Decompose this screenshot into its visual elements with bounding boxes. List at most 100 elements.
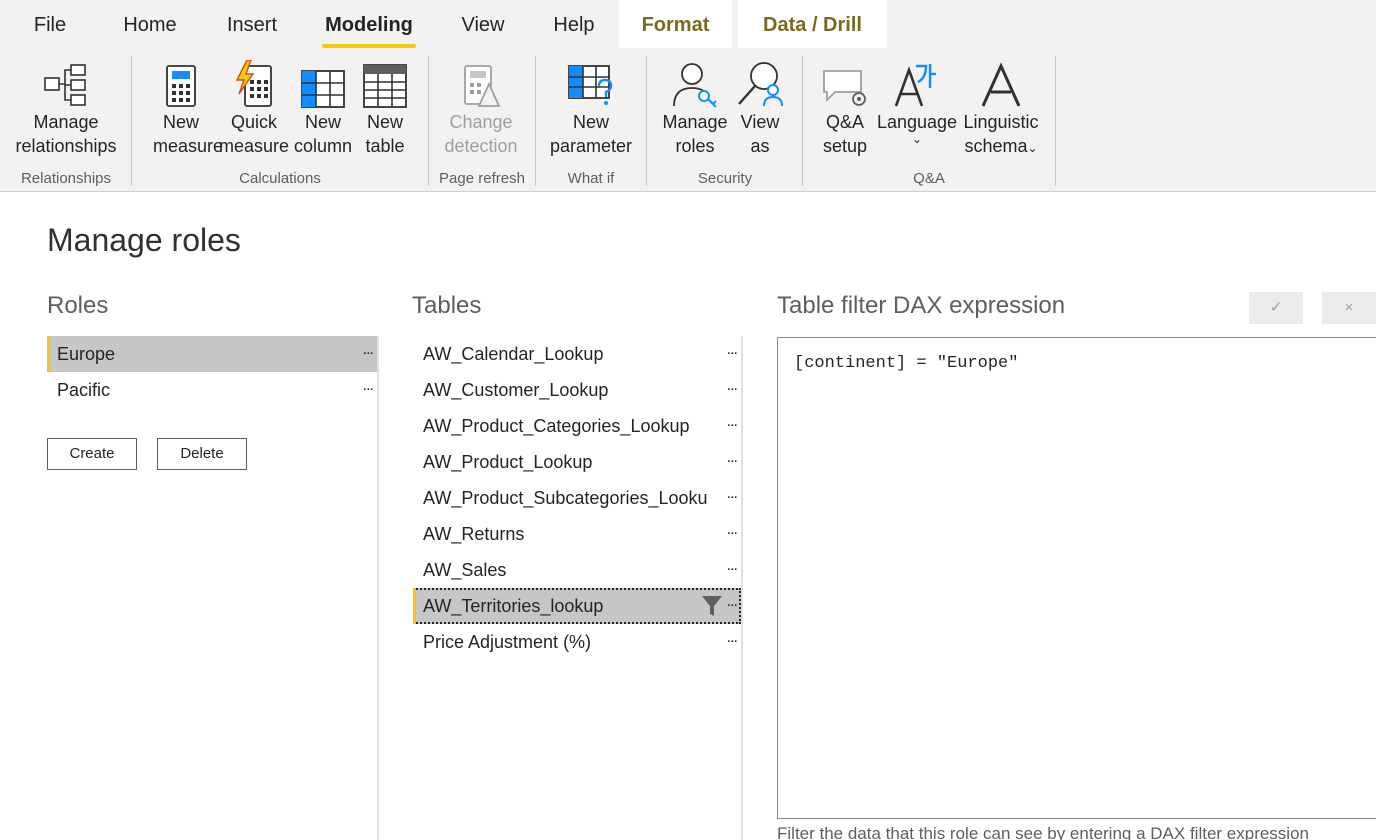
more-options-icon[interactable]: ... [727, 548, 738, 584]
group-separator [1055, 56, 1056, 186]
linguistic-schema-label-2: schema⌄ [962, 134, 1040, 160]
more-options-icon[interactable]: ... [727, 332, 738, 368]
view-as-label-2: as [750, 136, 770, 156]
qa-setup-icon [816, 56, 874, 108]
quick-measure-icon [219, 56, 289, 108]
manage-roles-label-2: roles [675, 136, 715, 156]
qa-setup-label-1: Q&A [825, 112, 864, 132]
roles-heading: Roles [47, 292, 109, 319]
new-parameter-icon [546, 56, 636, 108]
more-options-icon[interactable]: ... [727, 512, 738, 548]
change-detection-icon [438, 56, 524, 108]
table-item[interactable]: AW_Calendar_Lookup ... [413, 336, 741, 372]
table-item[interactable]: AW_Customer_Lookup ... [413, 372, 741, 408]
tab-help[interactable]: Help [542, 0, 606, 48]
group-label-what-if: What if [567, 170, 615, 187]
new-table-label-2: table [365, 136, 405, 156]
qa-setup-label-2: setup [822, 136, 868, 156]
new-column-button[interactable]: New column [292, 56, 354, 158]
table-item[interactable]: AW_Product_Subcategories_Looku ... [413, 480, 741, 516]
language-icon [876, 56, 958, 108]
manage-roles-button[interactable]: Manage roles [660, 56, 730, 158]
group-label-security: Security [697, 170, 753, 187]
change-detection-label-1: Change [449, 112, 513, 132]
table-name: AW_Calendar_Lookup [423, 344, 604, 364]
new-measure-button[interactable]: New measure [153, 56, 224, 158]
tab-format[interactable]: Format [619, 0, 732, 48]
column-divider [741, 336, 743, 840]
confirm-check-icon[interactable]: ✓ [1249, 292, 1303, 324]
linguistic-schema-label-2-text: schema [964, 136, 1028, 156]
more-options-icon[interactable]: ... [363, 368, 374, 404]
create-button[interactable]: Create [47, 438, 137, 470]
quick-measure-label-2: measure [219, 136, 290, 156]
linguistic-schema-icon [962, 56, 1040, 108]
selection-accent [413, 588, 416, 624]
table-name: AW_Returns [423, 524, 525, 544]
manage-relationships-button[interactable]: Manage relationships [10, 56, 122, 158]
change-detection-button[interactable]: Change detection [438, 56, 524, 158]
dax-expression-text: [continent] = "Europe" [794, 354, 1019, 373]
table-name: AW_Territories_lookup [423, 596, 604, 616]
quick-measure-button[interactable]: Quick measure [219, 56, 289, 158]
group-separator [802, 56, 803, 186]
more-options-icon[interactable]: ... [727, 404, 738, 440]
group-separator [428, 56, 429, 186]
group-label-relationships: Relationships [20, 170, 112, 187]
tab-data-drill[interactable]: Data / Drill [738, 0, 887, 48]
role-item-europe[interactable]: Europe ... [47, 336, 377, 372]
dax-expression-editor[interactable]: [continent] = "Europe" [777, 337, 1376, 819]
qa-setup-button[interactable]: Q&A setup [816, 56, 874, 158]
more-options-icon[interactable]: ... [363, 332, 374, 368]
table-name: AW_Product_Categories_Lookup [423, 416, 690, 436]
table-icon [360, 56, 410, 108]
table-item[interactable]: AW_Product_Categories_Lookup ... [413, 408, 741, 444]
manage-relationships-label-1: Manage [33, 112, 99, 132]
language-button[interactable]: Language ⌄ [876, 56, 958, 146]
group-separator [131, 56, 132, 186]
new-column-label-2: column [293, 136, 353, 156]
delete-button[interactable]: Delete [157, 438, 247, 470]
dax-heading: Table filter DAX expression [777, 292, 1066, 319]
tab-file[interactable]: File [20, 0, 80, 48]
change-detection-label-2: detection [444, 136, 518, 156]
tab-insert[interactable]: Insert [214, 0, 290, 48]
view-as-button[interactable]: View as [734, 56, 786, 158]
more-options-icon[interactable]: ... [727, 440, 738, 476]
table-name: AW_Customer_Lookup [423, 380, 609, 400]
group-label-qa: Q&A [913, 170, 945, 187]
new-parameter-button[interactable]: New parameter [546, 56, 636, 158]
new-table-button[interactable]: New table [360, 56, 410, 158]
language-label: Language [876, 112, 958, 132]
new-measure-label-2: measure [153, 136, 224, 156]
tab-home[interactable]: Home [110, 0, 190, 48]
more-options-icon[interactable]: ... [727, 620, 738, 656]
manage-roles-icon [660, 56, 730, 108]
cancel-x-icon[interactable]: × [1322, 292, 1376, 324]
table-item-selected[interactable]: AW_Territories_lookup ... [413, 588, 741, 624]
tables-heading: Tables [412, 292, 482, 319]
linguistic-schema-button[interactable]: Linguistic schema⌄ [962, 56, 1040, 160]
role-name: Pacific [57, 380, 111, 400]
tab-view[interactable]: View [450, 0, 516, 48]
table-item[interactable]: AW_Product_Lookup ... [413, 444, 741, 480]
more-options-icon[interactable]: ... [727, 368, 738, 404]
table-item[interactable]: AW_Sales ... [413, 552, 741, 588]
chevron-down-icon: ⌄ [911, 132, 923, 146]
column-divider [377, 336, 379, 840]
more-options-icon[interactable]: ... [727, 584, 738, 620]
role-item-pacific[interactable]: Pacific ... [47, 372, 377, 408]
group-separator [535, 56, 536, 186]
tab-modeling[interactable]: Modeling [322, 0, 416, 48]
table-name: AW_Product_Subcategories_Looku [423, 488, 708, 508]
ribbon: File Home Insert Modeling View Help Form… [0, 0, 1376, 192]
group-separator [646, 56, 647, 186]
view-as-label-1: View [740, 112, 780, 132]
new-parameter-label-1: New [572, 112, 609, 132]
more-options-icon[interactable]: ... [722, 480, 738, 512]
tab-modeling-label: Modeling [325, 14, 413, 36]
table-item[interactable]: Price Adjustment (%) ... [413, 624, 741, 660]
linguistic-schema-label-1: Linguistic [963, 112, 1039, 132]
group-label-page-refresh: Page refresh [439, 170, 525, 187]
table-item[interactable]: AW_Returns ... [413, 516, 741, 552]
